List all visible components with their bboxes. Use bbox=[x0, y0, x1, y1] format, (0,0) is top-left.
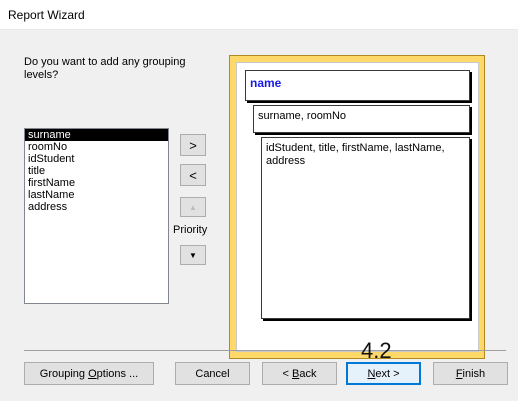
cancel-button[interactable]: Cancel bbox=[175, 362, 250, 385]
grouping-options-label: Grouping Options ... bbox=[39, 367, 139, 380]
field-list-item[interactable]: firstName bbox=[25, 177, 168, 189]
group-level-1-text: name bbox=[250, 76, 282, 90]
available-fields-list[interactable]: surname roomNo idStudent title firstName last… bbox=[24, 128, 169, 304]
next-button[interactable]: Next > bbox=[346, 362, 421, 385]
priority-down-button[interactable]: ▼ bbox=[180, 245, 206, 265]
add-grouping-button[interactable]: > bbox=[180, 134, 206, 156]
field-list-item[interactable]: roomNo bbox=[25, 141, 168, 153]
back-button[interactable]: < Back bbox=[262, 362, 337, 385]
window-title: Report Wizard bbox=[8, 8, 85, 22]
grouping-preview: name surname, roomNo idStudent, title, f… bbox=[229, 55, 485, 359]
back-label: < Back bbox=[282, 367, 317, 380]
group-level-2-text: surname, roomNo bbox=[258, 110, 347, 122]
detail-fields-text: idStudent, title, firstName, lastName, a… bbox=[266, 142, 445, 167]
preview-group-level-2: surname, roomNo bbox=[253, 105, 470, 133]
arrow-up-icon: ▲ bbox=[189, 202, 197, 212]
arrow-down-icon: ▼ bbox=[189, 250, 197, 260]
field-list-item[interactable]: title bbox=[25, 165, 168, 177]
grouping-question: Do you want to add any grouping levels? bbox=[24, 56, 186, 81]
preview-group-level-1: name bbox=[245, 70, 470, 101]
next-label: Next > bbox=[367, 367, 400, 380]
separator-line bbox=[24, 350, 506, 351]
remove-grouping-button[interactable]: < bbox=[180, 164, 206, 186]
finish-label: Finish bbox=[455, 367, 486, 380]
field-list-item[interactable]: idStudent bbox=[25, 153, 168, 165]
finish-button[interactable]: Finish bbox=[433, 362, 508, 385]
preview-detail-section: idStudent, title, firstName, lastName, a… bbox=[261, 137, 470, 319]
field-list-item[interactable]: surname bbox=[25, 129, 168, 141]
field-list-item[interactable]: address bbox=[25, 201, 168, 213]
field-list-item[interactable]: lastName bbox=[25, 189, 168, 201]
title-bar: Report Wizard bbox=[0, 0, 518, 30]
priority-label: Priority bbox=[173, 224, 208, 236]
overlay-label: 4.2 bbox=[361, 338, 392, 363]
preview-page: name surname, roomNo idStudent, title, f… bbox=[236, 62, 479, 352]
grouping-options-button[interactable]: Grouping Options ... bbox=[24, 362, 154, 385]
priority-up-button[interactable]: ▲ bbox=[180, 197, 206, 217]
report-wizard-dialog: Do you want to add any grouping levels? … bbox=[0, 30, 518, 401]
